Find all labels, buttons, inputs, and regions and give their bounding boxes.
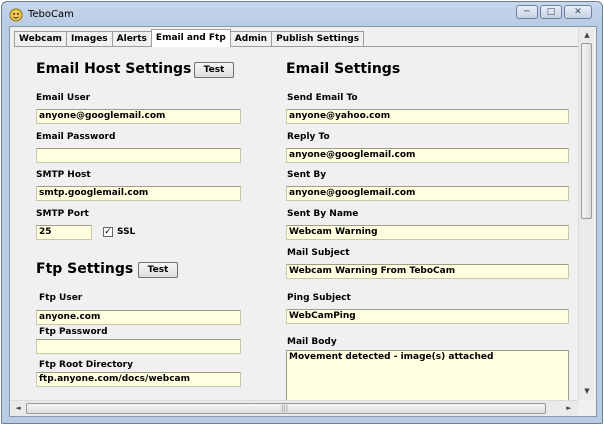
scroll-right-arrow-icon[interactable]: ►: [562, 401, 576, 415]
email-settings-heading: Email Settings: [286, 61, 401, 77]
ftp-test-button[interactable]: Test: [138, 262, 178, 278]
email-ftp-panel: Email Host Settings Test Email User anyo…: [14, 47, 578, 401]
mail-subject-field[interactable]: Webcam Warning From TeboCam: [286, 264, 569, 279]
maximize-button[interactable]: □: [540, 5, 562, 19]
send-email-to-label: Send Email To: [287, 93, 358, 103]
ftp-root-label: Ftp Root Directory: [39, 360, 133, 370]
minimize-button[interactable]: ─: [516, 5, 538, 19]
tab-admin[interactable]: Admin: [229, 31, 273, 47]
client-area: Webcam Images Alerts Email and Ftp Admin…: [9, 26, 597, 417]
horizontal-scroll-thumb[interactable]: |||: [26, 403, 546, 414]
window-title: TeboCam: [28, 9, 74, 20]
sent-by-field[interactable]: anyone@googlemail.com: [286, 186, 569, 201]
mail-body-textarea[interactable]: Movement detected - image(s) attached: [286, 350, 569, 401]
email-user-field[interactable]: anyone@googlemail.com: [36, 109, 241, 124]
sent-by-name-field[interactable]: Webcam Warning: [286, 225, 569, 240]
tebocam-app-icon: [9, 8, 23, 22]
vertical-scroll-thumb[interactable]: [581, 43, 592, 219]
scroll-up-arrow-icon[interactable]: ▲: [580, 28, 594, 42]
ftp-user-label: Ftp User: [39, 293, 83, 303]
mail-body-label: Mail Body: [287, 337, 337, 347]
email-host-test-button[interactable]: Test: [194, 62, 234, 78]
scroll-down-arrow-icon[interactable]: ▼: [580, 384, 594, 398]
scroll-grip-icon: |||: [281, 404, 289, 412]
tab-publish-settings[interactable]: Publish Settings: [271, 31, 365, 47]
email-password-label: Email Password: [36, 132, 116, 142]
ftp-user-field[interactable]: anyone.com: [36, 310, 241, 325]
close-button[interactable]: ✕: [564, 5, 592, 19]
smtp-port-field[interactable]: 25: [36, 225, 92, 240]
title-bar[interactable]: TeboCam ─ □ ✕: [2, 2, 602, 28]
horizontal-scrollbar[interactable]: ◄ ||| ►: [10, 400, 578, 416]
tab-email-and-ftp[interactable]: Email and Ftp: [150, 29, 231, 47]
ping-subject-field[interactable]: WebCamPing: [286, 309, 569, 324]
sent-by-name-label: Sent By Name: [287, 209, 359, 219]
ssl-checkbox[interactable]: ✓: [103, 227, 113, 237]
send-email-to-field[interactable]: anyone@yahoo.com: [286, 109, 569, 124]
tab-webcam[interactable]: Webcam: [14, 31, 67, 47]
vertical-scrollbar[interactable]: ▲ ▼: [578, 27, 594, 400]
smtp-host-field[interactable]: smtp.googlemail.com: [36, 186, 241, 201]
smtp-port-label: SMTP Port: [36, 209, 89, 219]
ftp-root-field[interactable]: ftp.anyone.com/docs/webcam: [36, 372, 241, 387]
email-user-label: Email User: [36, 93, 91, 103]
ping-subject-label: Ping Subject: [287, 293, 351, 303]
sent-by-label: Sent By: [287, 170, 327, 180]
reply-to-field[interactable]: anyone@googlemail.com: [286, 148, 569, 163]
reply-to-label: Reply To: [287, 132, 330, 142]
scroll-left-arrow-icon[interactable]: ◄: [11, 401, 25, 415]
ftp-password-field[interactable]: [36, 339, 241, 354]
email-password-field[interactable]: [36, 148, 241, 163]
ftp-heading: Ftp Settings: [36, 261, 134, 277]
email-host-heading: Email Host Settings: [36, 61, 192, 77]
app-window: TeboCam ─ □ ✕ Webcam Images Alerts Email…: [1, 1, 603, 424]
tab-images[interactable]: Images: [65, 31, 113, 47]
mail-subject-label: Mail Subject: [287, 248, 350, 258]
tab-strip: Webcam Images Alerts Email and Ftp Admin…: [14, 29, 365, 47]
tab-alerts[interactable]: Alerts: [111, 31, 152, 47]
smtp-host-label: SMTP Host: [36, 170, 91, 180]
ftp-password-label: Ftp Password: [39, 327, 108, 337]
ssl-label: SSL: [117, 227, 136, 237]
